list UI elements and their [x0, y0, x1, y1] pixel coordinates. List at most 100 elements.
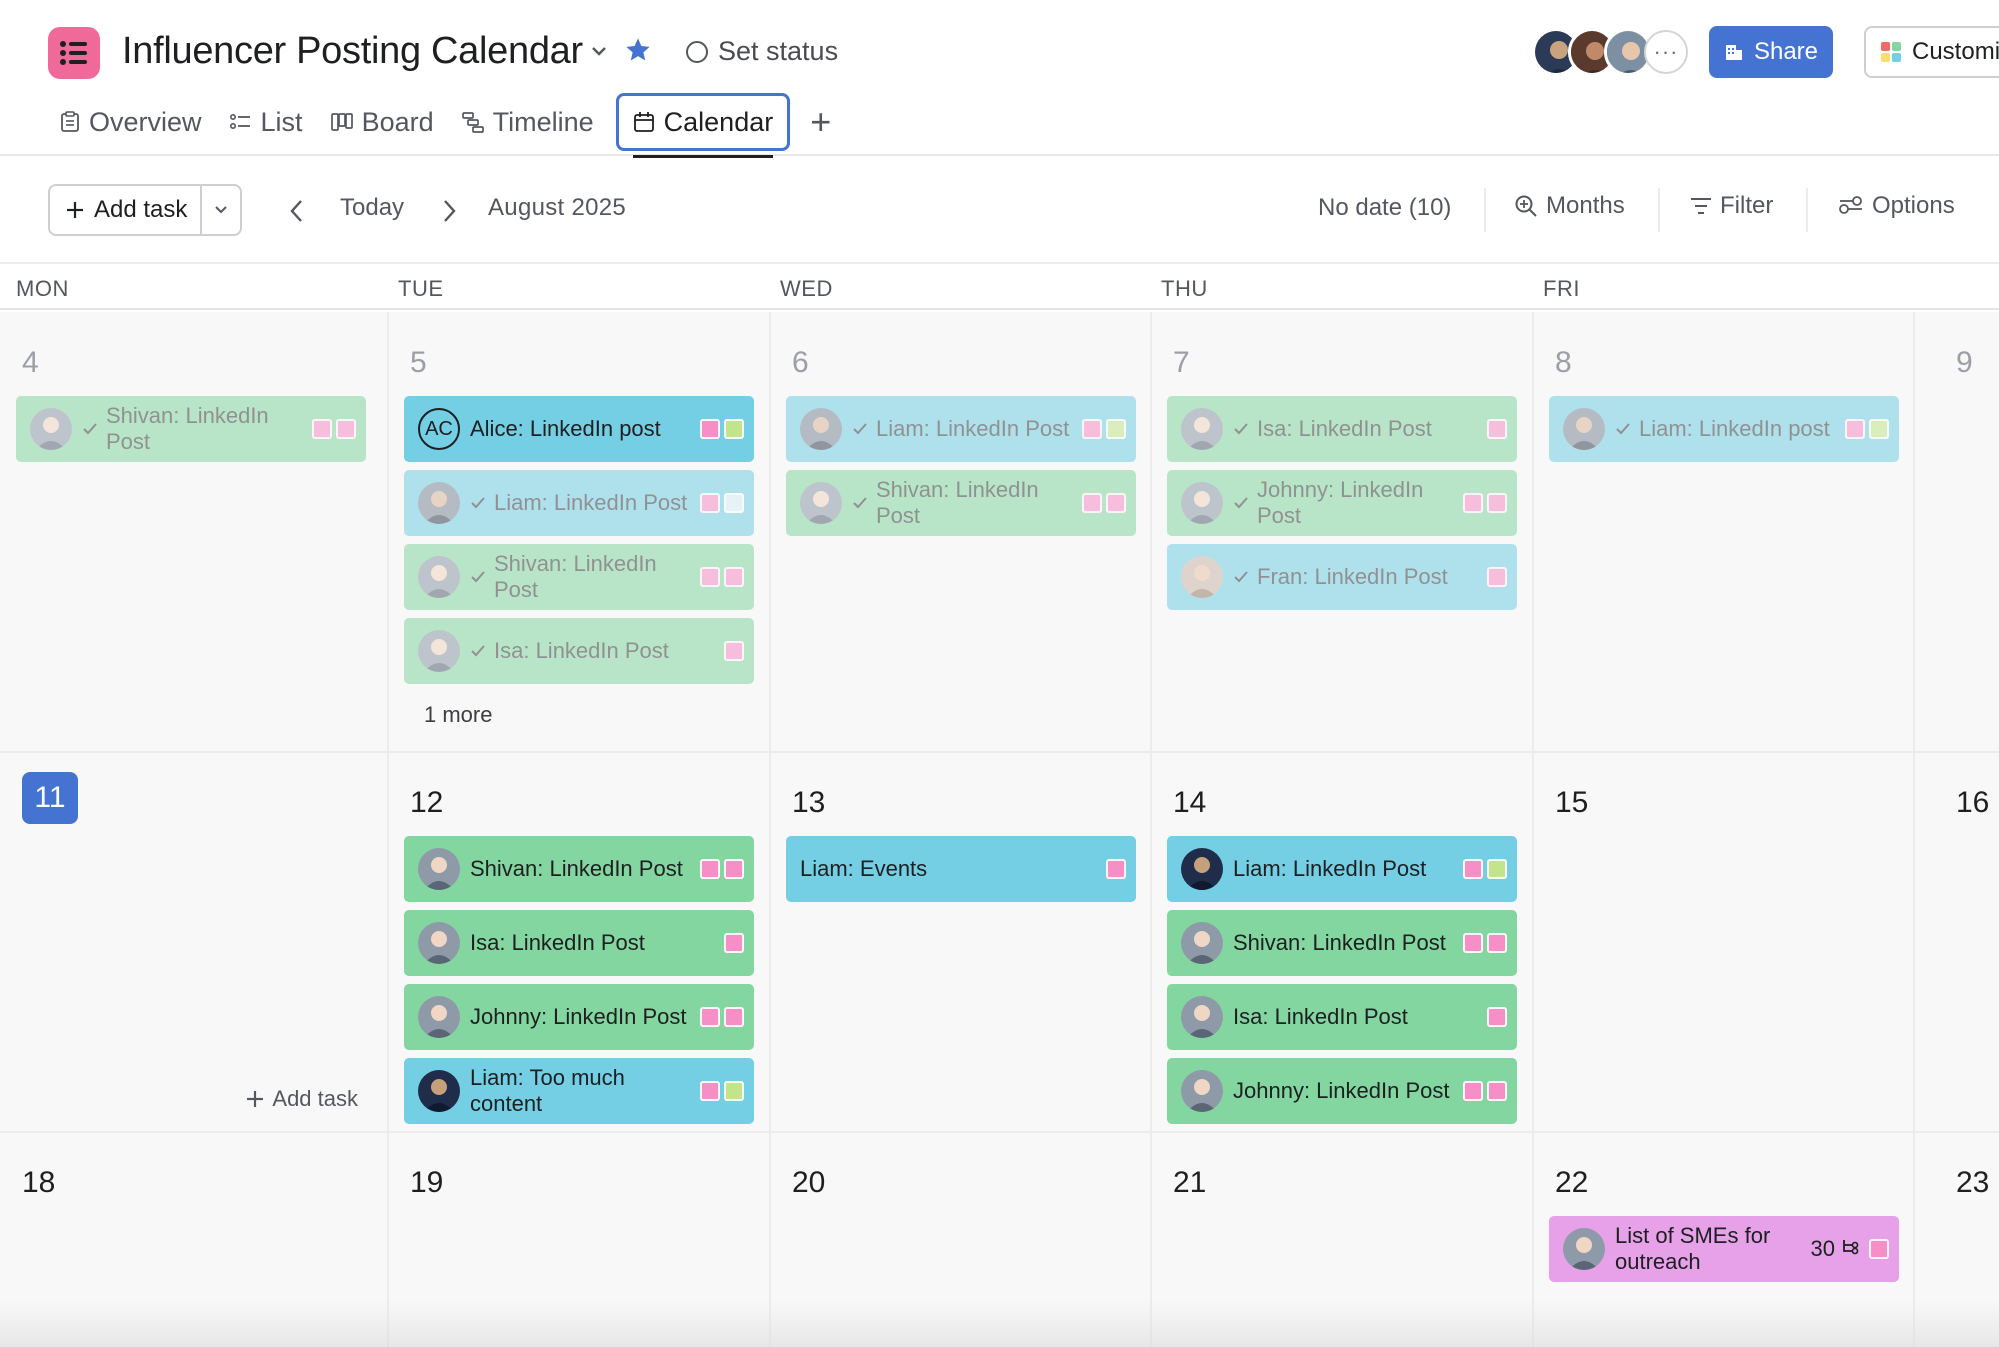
tab-overview[interactable]: Overview	[46, 92, 216, 152]
task-card[interactable]: AC Alice: LinkedIn post	[404, 396, 754, 462]
checkmark-icon[interactable]	[852, 490, 868, 516]
task-card[interactable]: Isa: LinkedIn Post	[404, 618, 754, 684]
tag-swatch	[312, 419, 332, 439]
task-tags	[1082, 419, 1126, 439]
task-card[interactable]: Liam: LinkedIn Post	[404, 470, 754, 536]
task-card[interactable]: Johnny: LinkedIn Post	[404, 984, 754, 1050]
task-card[interactable]: Shivan: LinkedIn Post	[16, 396, 366, 462]
project-members[interactable]: ···	[1532, 28, 1692, 78]
tag-swatch	[1487, 493, 1507, 513]
task-card[interactable]: Liam: Events	[786, 836, 1136, 902]
task-card[interactable]: Liam: LinkedIn Post	[786, 396, 1136, 462]
tag-swatch	[724, 567, 744, 587]
day-cell[interactable]: 8 Liam: LinkedIn post	[1533, 312, 1914, 752]
star-icon[interactable]	[624, 36, 652, 64]
assignee-avatar	[418, 848, 460, 890]
cell-add-task-button[interactable]: Add task	[246, 1086, 358, 1112]
task-card[interactable]: Liam: LinkedIn Post	[1167, 836, 1517, 902]
day-cell[interactable]: 7 Isa: LinkedIn Post Johnny: LinkedIn Post…	[1151, 312, 1533, 752]
board-icon	[330, 113, 353, 131]
task-card[interactable]: Liam: LinkedIn post	[1549, 396, 1899, 462]
task-card[interactable]: Isa: LinkedIn Post	[1167, 984, 1517, 1050]
checkmark-icon[interactable]	[1233, 564, 1249, 590]
assignee-avatar	[1181, 848, 1223, 890]
checkmark-icon[interactable]	[82, 416, 98, 442]
add-task-button[interactable]: Add task	[50, 186, 202, 234]
no-date-button[interactable]: No date (10)	[1318, 194, 1451, 222]
share-button[interactable]: Share	[1709, 26, 1833, 78]
chevron-down-icon	[215, 206, 227, 214]
tag-swatch	[1106, 859, 1126, 879]
customize-button[interactable]: Customi	[1864, 26, 1999, 78]
task-card[interactable]: Shivan: LinkedIn Post	[786, 470, 1136, 536]
checkmark-icon[interactable]	[852, 416, 868, 442]
task-card[interactable]: Liam: Too much content	[404, 1058, 754, 1124]
tag-swatch	[724, 933, 744, 953]
checkmark-icon[interactable]	[1615, 416, 1631, 442]
day-cell[interactable]: 9	[1914, 312, 1999, 752]
tag-swatch	[1082, 419, 1102, 439]
filter-button[interactable]: Filter	[1690, 192, 1773, 220]
task-card[interactable]: Johnny: LinkedIn Post	[1167, 1058, 1517, 1124]
day-number: 13	[792, 786, 826, 819]
tab-timeline[interactable]: Timeline	[448, 92, 608, 152]
task-card[interactable]: List of SMEs for outreach 30	[1549, 1216, 1899, 1282]
task-name: Shivan: LinkedIn Post	[876, 477, 1039, 528]
day-cell[interactable]: 12 Shivan: LinkedIn Post Isa: LinkedIn Pos…	[388, 752, 770, 1132]
task-tags	[1463, 1081, 1507, 1101]
tab-board[interactable]: Board	[317, 92, 448, 152]
task-card[interactable]: Shivan: LinkedIn Post	[1167, 910, 1517, 976]
weekday-header: MON	[16, 276, 69, 301]
project-list-icon[interactable]	[48, 27, 100, 79]
more-members-button[interactable]: ···	[1644, 30, 1688, 74]
task-name: Liam: LinkedIn Post	[1233, 856, 1427, 881]
months-label: Months	[1546, 192, 1625, 219]
checkmark-icon[interactable]	[1233, 416, 1249, 442]
day-cell[interactable]: 14 Liam: LinkedIn Post Shivan: LinkedIn Po…	[1151, 752, 1533, 1132]
checkmark-icon[interactable]	[470, 638, 486, 664]
tab-list[interactable]: List	[216, 92, 317, 152]
today-date-badge: 11	[22, 772, 78, 824]
chevron-down-icon[interactable]	[588, 40, 610, 62]
task-tags	[1463, 493, 1507, 513]
day-cell[interactable]: 13 Liam: Events	[770, 752, 1151, 1132]
project-title[interactable]: Influencer Posting Calendar	[122, 30, 583, 73]
assignee-avatar	[1181, 922, 1223, 964]
tag-swatch	[700, 567, 720, 587]
day-cell[interactable]: 6 Liam: LinkedIn Post Shivan: LinkedIn Pos…	[770, 312, 1151, 752]
checkmark-icon[interactable]	[470, 490, 486, 516]
task-card[interactable]: Isa: LinkedIn Post	[404, 910, 754, 976]
task-card[interactable]: Shivan: LinkedIn Post	[404, 836, 754, 902]
next-month-button[interactable]	[438, 198, 460, 224]
more-tasks-link[interactable]: 1 more	[424, 702, 492, 728]
task-card[interactable]: Johnny: LinkedIn Post	[1167, 470, 1517, 536]
checkmark-icon[interactable]	[470, 564, 486, 590]
add-task-dropdown[interactable]	[202, 186, 240, 234]
task-card[interactable]: Isa: LinkedIn Post	[1167, 396, 1517, 462]
today-button[interactable]: Today	[340, 194, 404, 222]
set-status-button[interactable]: Set status	[686, 36, 838, 67]
day-cell[interactable]: 16	[1914, 752, 1999, 1132]
column-divider	[1150, 312, 1152, 1347]
day-cell[interactable]: 15	[1533, 752, 1914, 1132]
day-cell[interactable]: 11 Add task	[0, 752, 388, 1132]
task-name: Fran: LinkedIn Post	[1257, 564, 1448, 589]
previous-month-button[interactable]	[286, 198, 308, 224]
task-card[interactable]: Fran: LinkedIn Post	[1167, 544, 1517, 610]
toolbar-divider	[1806, 188, 1808, 232]
task-card[interactable]: Shivan: LinkedIn Post	[404, 544, 754, 610]
weekday-header-row: MON TUE WED THU FRI	[0, 264, 1999, 310]
checkmark-icon[interactable]	[1233, 490, 1249, 516]
add-tab-icon[interactable]: +	[798, 101, 843, 143]
plus-icon	[247, 1091, 264, 1107]
tab-calendar[interactable]: Calendar	[615, 93, 791, 158]
months-zoom-button[interactable]: Months	[1514, 192, 1625, 220]
toolbar-divider	[1484, 188, 1486, 232]
day-number: 18	[22, 1166, 56, 1199]
day-cell[interactable]: 4 Shivan: LinkedIn Post	[0, 312, 388, 752]
calendar-icon	[633, 112, 654, 132]
day-cell[interactable]: 5 AC Alice: LinkedIn post Liam: LinkedIn Po…	[388, 312, 770, 752]
assignee-avatar	[800, 408, 842, 450]
tag-swatch	[724, 641, 744, 661]
options-button[interactable]: Options	[1838, 192, 1955, 220]
